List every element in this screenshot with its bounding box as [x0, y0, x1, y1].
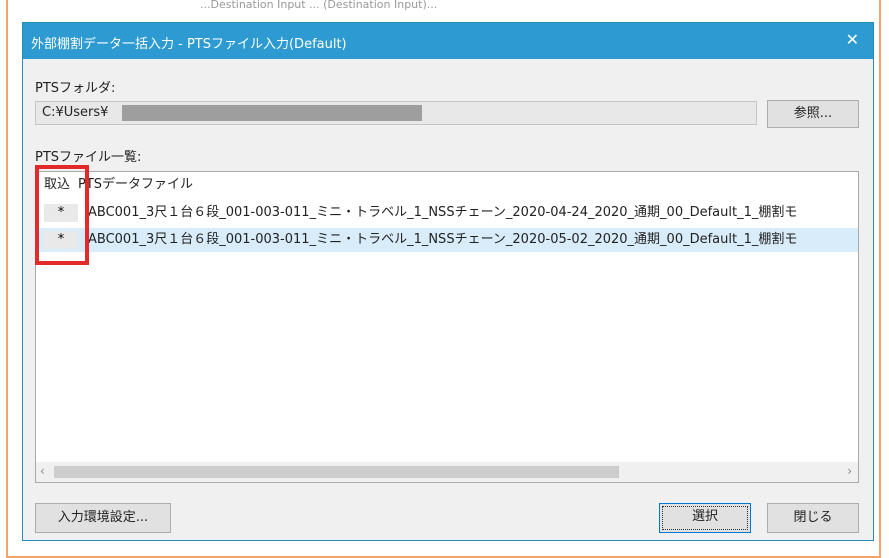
dialog-window: 外部棚割データ一括入力 - PTSファイル入力(Default) ✕ PTSフォ… — [22, 22, 874, 541]
pts-folder-path-text: C:¥Users¥ — [42, 105, 109, 120]
highlight-annotation-box — [35, 165, 89, 265]
pts-file-list: 取込 PTSデータファイル * ABC001_3尺１台６段_001-003-01… — [35, 171, 859, 483]
window-title: 外部棚割データ一括入力 - PTSファイル入力(Default) — [31, 37, 347, 52]
title-bar: 外部棚割データ一括入力 - PTSファイル入力(Default) ✕ — [23, 23, 873, 59]
close-button[interactable]: 閉じる — [767, 503, 859, 533]
scrollbar-thumb[interactable] — [54, 466, 619, 478]
list-item[interactable]: * ABC001_3尺１台６段_001-003-011_ミニ・トラベル_1_NS… — [36, 201, 858, 225]
pts-folder-path-field[interactable]: C:¥Users¥ — [35, 101, 757, 125]
pts-file-list-label: PTSファイル一覧: — [35, 150, 142, 165]
column-header-pts-file[interactable]: PTSデータファイル — [78, 172, 193, 198]
pts-folder-label: PTSフォルダ: — [35, 81, 116, 96]
browse-button[interactable]: 参照... — [767, 100, 859, 128]
select-button[interactable]: 選択 — [659, 503, 751, 533]
scroll-left-icon[interactable]: ‹ — [40, 464, 45, 478]
pts-file-name: ABC001_3尺１台６段_001-003-011_ミニ・トラベル_1_NSSチ… — [88, 205, 798, 220]
input-env-settings-button[interactable]: 入力環境設定... — [35, 503, 171, 533]
scroll-right-icon[interactable]: › — [847, 464, 852, 478]
horizontal-scrollbar[interactable]: ‹ › — [36, 462, 858, 482]
redacted-path-mask — [122, 105, 422, 121]
pts-file-name: ABC001_3尺１台６段_001-003-011_ミニ・トラベル_1_NSSチ… — [88, 232, 798, 247]
close-icon[interactable]: ✕ — [846, 30, 859, 49]
background-window-text: ...Destination Input ... (Destination In… — [200, 0, 438, 11]
list-item[interactable]: * ABC001_3尺１台６段_001-003-011_ミニ・トラベル_1_NS… — [36, 228, 858, 252]
